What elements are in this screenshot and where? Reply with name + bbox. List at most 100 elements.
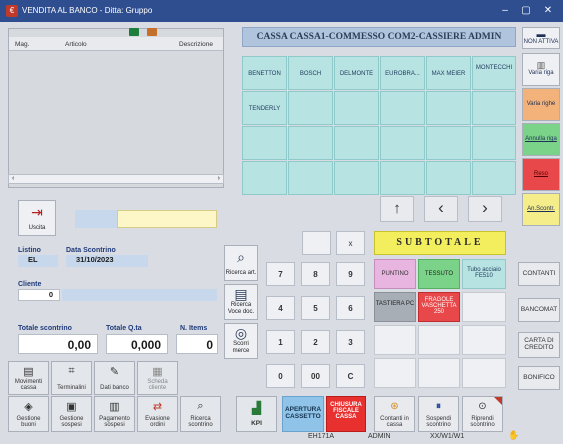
product-button[interactable]: Tubo acciaio FE510: [462, 259, 506, 289]
col-articolo[interactable]: Articolo: [65, 41, 87, 48]
product-button[interactable]: PUNTINO: [374, 259, 416, 289]
ricerca-art-button[interactable]: ⌕ Ricerca art.: [224, 245, 258, 281]
product-button[interactable]: FRAGOLE VASCHETTA 250: [418, 292, 460, 322]
contanti-in-cassa-button[interactable]: ⊛ Contanti in cassa: [374, 396, 415, 432]
brand-button[interactable]: [288, 161, 333, 195]
annulla-riga-button[interactable]: Annulla riga: [522, 123, 560, 156]
cliente-name[interactable]: [62, 289, 217, 301]
product-button[interactable]: [462, 292, 506, 322]
numpad-key[interactable]: 9: [336, 262, 365, 286]
product-button[interactable]: TESSUTO: [418, 259, 460, 289]
close-button[interactable]: ✕: [537, 2, 559, 20]
brand-button[interactable]: [426, 161, 471, 195]
ricerca-voce-button[interactable]: ▤ Ricerca Voce doc.: [224, 284, 258, 320]
product-button[interactable]: [462, 358, 506, 388]
cliente-value[interactable]: 0: [18, 289, 60, 301]
brand-button[interactable]: [426, 91, 471, 125]
numpad-key[interactable]: 5: [301, 296, 330, 320]
brand-button[interactable]: [380, 91, 425, 125]
numpad-key[interactable]: C: [336, 364, 365, 388]
numpad-key[interactable]: 8: [301, 262, 330, 286]
numpad-key[interactable]: 6: [336, 296, 365, 320]
brand-button[interactable]: [288, 91, 333, 125]
subtotal-button[interactable]: SUBTOTALE: [374, 231, 506, 255]
an-scontr-button[interactable]: An.Scontr.: [522, 193, 560, 226]
brand-button[interactable]: [242, 126, 287, 160]
minimize-button[interactable]: –: [494, 2, 516, 20]
non-attiva-button[interactable]: ▬ NON ATTIVA: [522, 27, 560, 49]
carta-credito-button[interactable]: CARTA DI CREDITO: [518, 332, 560, 358]
bonifico-button[interactable]: BONIFICO: [518, 366, 560, 390]
ricerca-scontrino-button[interactable]: ⌕ Ricerca scontrino: [180, 396, 221, 432]
numpad-key[interactable]: 2: [301, 330, 330, 354]
nav-right-icon[interactable]: ›: [468, 196, 502, 222]
dati-banco-button[interactable]: ✎ Dati banco: [94, 361, 135, 395]
scroll-left-icon[interactable]: ‹: [12, 175, 14, 182]
brand-button[interactable]: [472, 161, 516, 195]
sospendi-scontrino-button[interactable]: ⏸ Sospendi scontrino: [418, 396, 459, 432]
terminalini-button[interactable]: ⌗ Terminalini: [51, 361, 92, 395]
excel-icon[interactable]: [129, 28, 139, 36]
brand-button[interactable]: BOSCH: [288, 56, 333, 90]
contanti-button[interactable]: CONTANTI: [518, 262, 560, 286]
brand-button[interactable]: TENDERLY: [242, 91, 287, 125]
product-button[interactable]: [418, 358, 460, 388]
kpi-button[interactable]: ▟ KPI: [236, 396, 277, 432]
numpad-key[interactable]: 1: [266, 330, 295, 354]
data-value[interactable]: 31/10/2023: [66, 255, 148, 267]
col-descrizione[interactable]: Descrizione: [179, 41, 213, 48]
gestione-buoni-button[interactable]: ◈ Gestione buoni: [8, 396, 49, 432]
nav-up-icon[interactable]: ↑: [380, 196, 414, 222]
barcode-input[interactable]: [117, 210, 217, 228]
horizontal-scrollbar[interactable]: ‹ ›: [8, 174, 224, 184]
reso-button[interactable]: Reso: [522, 158, 560, 191]
pagamento-sospesi-button[interactable]: ▥ Pagamento sospesi: [94, 396, 135, 432]
brand-button[interactable]: [380, 161, 425, 195]
movimenti-cassa-button[interactable]: ▤ Movimenti cassa: [8, 361, 49, 395]
bancomat-button[interactable]: BANCOMAT: [518, 298, 560, 322]
col-mag[interactable]: Mag.: [15, 41, 29, 48]
apertura-cassetto-button[interactable]: APERTURA CASSETTO: [282, 396, 324, 432]
brand-button[interactable]: [288, 126, 333, 160]
numpad-key[interactable]: 7: [266, 262, 295, 286]
product-button[interactable]: [374, 325, 416, 355]
brand-button[interactable]: MAX MEIER: [426, 56, 471, 90]
riprendi-scontrino-button[interactable]: ⊙ Riprendi scontrino: [462, 396, 503, 432]
brand-button[interactable]: [380, 126, 425, 160]
items-grid[interactable]: Mag. Articolo Descrizione: [8, 28, 224, 188]
brand-button[interactable]: [426, 126, 471, 160]
brand-button[interactable]: BENETTON: [242, 56, 287, 90]
scroll-right-icon[interactable]: ›: [218, 175, 220, 182]
scheda-cliente-button[interactable]: ▦ Scheda cliente: [137, 361, 178, 395]
varia-righe-button[interactable]: Varia righe: [522, 88, 560, 121]
brand-button[interactable]: [472, 126, 516, 160]
brand-button[interactable]: [334, 161, 379, 195]
scorri-merce-button[interactable]: ◎ Scorri merce: [224, 323, 258, 359]
listino-value[interactable]: EL: [18, 255, 58, 267]
brand-button[interactable]: [334, 126, 379, 160]
numpad-key[interactable]: x: [336, 231, 365, 255]
brand-button[interactable]: DELMONTE: [334, 56, 379, 90]
numpad-key[interactable]: 3: [336, 330, 365, 354]
brand-button[interactable]: [472, 91, 516, 125]
maximize-button[interactable]: ▢: [515, 2, 537, 20]
brand-button[interactable]: MONTECCHI: [472, 56, 516, 90]
code-field[interactable]: [75, 210, 117, 228]
brand-button[interactable]: [334, 91, 379, 125]
exit-button[interactable]: ⇥ Uscita: [18, 200, 56, 236]
numpad-key[interactable]: 00: [301, 364, 330, 388]
evasione-ordini-button[interactable]: ⇄ Evasione ordini: [137, 396, 178, 432]
varia-riga-button[interactable]: ▥ Varia riga: [522, 53, 560, 86]
filter-icon[interactable]: [147, 28, 157, 36]
numpad-key[interactable]: [302, 231, 331, 255]
brand-button[interactable]: EUROBRA...: [380, 56, 425, 90]
nav-left-icon[interactable]: ‹: [424, 196, 458, 222]
product-button[interactable]: TASTIERA PC: [374, 292, 416, 322]
product-button[interactable]: [374, 358, 416, 388]
chiusura-fiscale-button[interactable]: CHIUSURA FISCALE CASSA: [326, 396, 366, 432]
product-button[interactable]: [462, 325, 506, 355]
product-button[interactable]: [418, 325, 460, 355]
brand-button[interactable]: [242, 161, 287, 195]
numpad-key[interactable]: 0: [266, 364, 295, 388]
numpad-key[interactable]: 4: [266, 296, 295, 320]
